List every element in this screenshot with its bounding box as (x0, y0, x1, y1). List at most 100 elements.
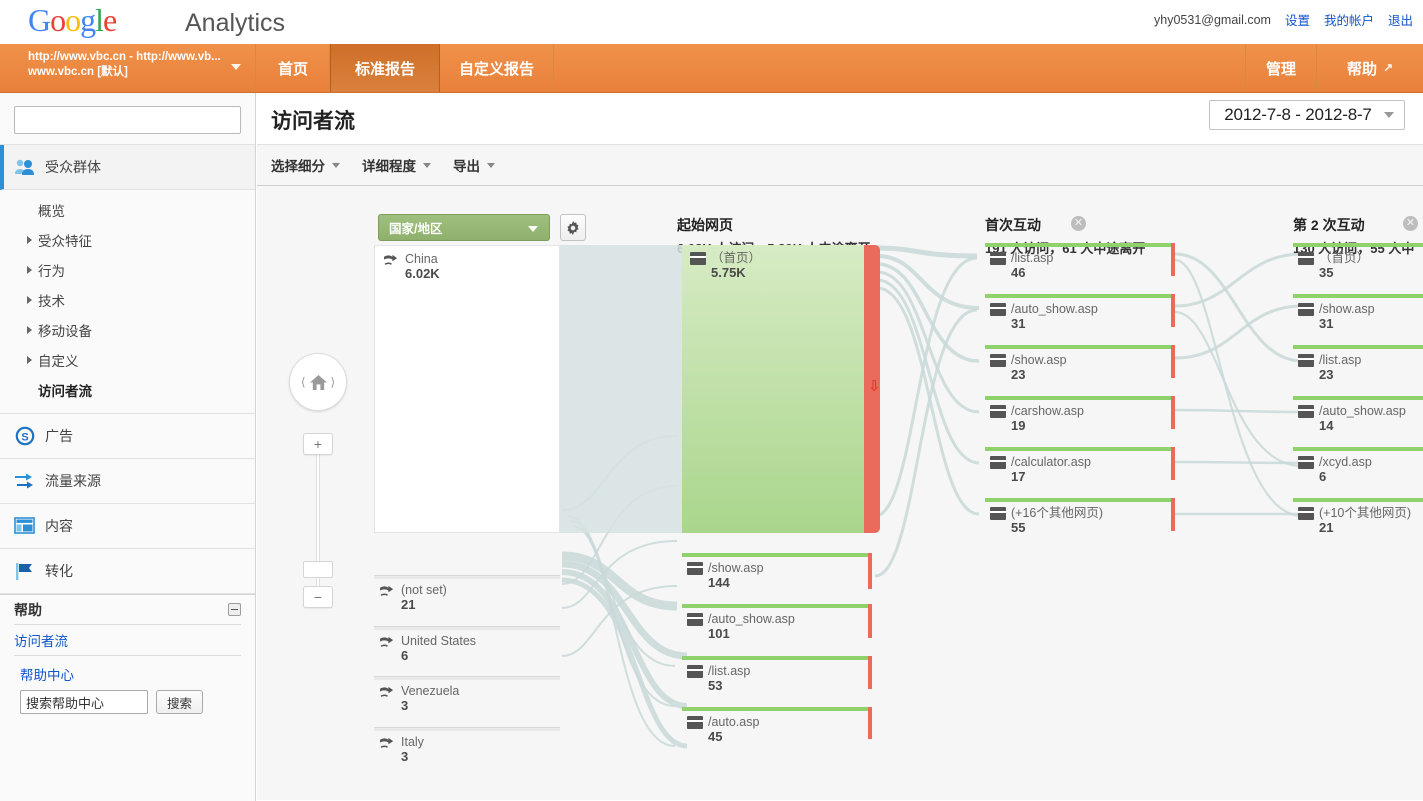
node-name: /show.asp (1319, 302, 1375, 316)
node-name: Italy (401, 735, 424, 749)
zoom-in-button[interactable]: + (303, 433, 333, 455)
chevron-down-icon (487, 162, 495, 168)
help-search-row: 搜索 (20, 690, 241, 714)
node-value: 21 (401, 597, 416, 612)
node-label: /xcyd.asp 6 (1298, 455, 1372, 484)
page-icon (1298, 252, 1314, 265)
page-icon (687, 716, 703, 729)
help-center-link[interactable]: 帮助中心 (20, 664, 241, 684)
account-area: yhy0531@gmail.com 设置 我的帐户 退出 (1154, 10, 1413, 29)
sidebar-item-conversions[interactable]: 转化 (0, 549, 255, 594)
node-name: /list.asp (1319, 353, 1362, 367)
settings-link[interactable]: 设置 (1285, 10, 1310, 29)
toolbar-label: 导出 (453, 159, 480, 174)
node-value: 6 (1319, 469, 1327, 484)
node-name: /xcyd.asp (1319, 455, 1372, 469)
tab-help[interactable]: 帮助 ↗ (1317, 44, 1423, 92)
profile-selector[interactable]: http://www.vbc.cn - http://www.vb... www… (0, 44, 256, 92)
tab-admin[interactable]: 管理 (1245, 44, 1317, 92)
page-header: 访问者流 2012-7-8 - 2012-8-7 (257, 93, 1423, 145)
flow-node-home-page[interactable]: （首页） 5.75K (682, 245, 868, 533)
sidebar-item-overview[interactable]: 概览 (0, 195, 255, 225)
page-icon (687, 665, 703, 678)
tab-home[interactable]: 首页 (257, 44, 330, 92)
top-bar: Google Analytics yhy0531@gmail.com 设置 我的… (0, 0, 1423, 44)
chevron-left-icon: ⟨ (300, 375, 306, 389)
close-icon[interactable]: ✕ (1071, 216, 1086, 231)
chevron-down-icon (231, 64, 241, 70)
sidebar-item-demographics[interactable]: 受众特征 (0, 225, 255, 255)
profile-line-1: http://www.vbc.cn - http://www.vb... (28, 51, 221, 63)
chevron-right-icon (27, 326, 32, 334)
tab-custom-reports[interactable]: 自定义报告 (440, 44, 554, 92)
node-name: /show.asp (1011, 353, 1067, 367)
flow-node-china[interactable]: China 6.02K (374, 245, 560, 533)
chevron-right-icon (27, 356, 32, 364)
tab-help-label: 帮助 (1346, 60, 1377, 78)
home-reset-button[interactable]: ⟨ ⟩ (289, 353, 347, 411)
node-label: (+10个其他网页) 21 (1298, 506, 1411, 535)
sidebar-item-content[interactable]: 内容 (0, 504, 255, 549)
node-label: /auto_show.asp 31 (990, 302, 1098, 331)
sidebar-item-custom[interactable]: 自定义 (0, 345, 255, 375)
zoom-slider-knob[interactable] (303, 561, 333, 578)
node-label: /calculator.asp 17 (990, 455, 1091, 484)
node-label: /list.asp 46 (990, 251, 1053, 280)
node-value: 23 (1319, 367, 1334, 382)
export-button[interactable]: 导出 (453, 155, 495, 175)
country-icon (384, 254, 398, 265)
google-logo: Google (28, 2, 117, 38)
help-search-input[interactable] (20, 690, 148, 714)
dimension-selector[interactable]: 国家/地区 (378, 214, 550, 241)
page-icon (1298, 456, 1314, 469)
product-name: Analytics (185, 9, 286, 37)
chevron-down-icon (528, 226, 538, 232)
page-icon (687, 562, 703, 575)
node-name: /auto_show.asp (1011, 302, 1098, 316)
sign-out-link[interactable]: 退出 (1388, 10, 1413, 29)
account-email: yhy0531@gmail.com (1154, 12, 1271, 27)
sidebar-sub-label: 访问者流 (38, 384, 92, 399)
node-label: （首页） 35 (1298, 251, 1369, 280)
traffic-icon (14, 470, 36, 492)
sidebar-item-label: 内容 (45, 518, 73, 534)
zoom-out-button[interactable]: − (303, 586, 333, 608)
country-icon (380, 737, 394, 748)
chevron-down-icon (332, 162, 340, 168)
help-topic-link[interactable]: 访问者流 (14, 625, 241, 656)
ads-icon: S (14, 425, 36, 447)
help-panel: 帮助 访问者流 帮助中心 搜索 (0, 594, 255, 714)
node-value: 55 (1011, 520, 1026, 535)
exit-arrow-icon: ⇩ (868, 378, 881, 395)
sidebar-item-visitors-flow[interactable]: 访问者流 (0, 375, 255, 405)
search-input[interactable] (14, 106, 241, 134)
sidebar-item-mobile[interactable]: 移动设备 (0, 315, 255, 345)
country-icon (380, 636, 394, 647)
dimension-settings-button[interactable] (560, 214, 586, 241)
node-label: （首页） 5.75K (690, 251, 761, 280)
node-value: 21 (1319, 520, 1334, 535)
help-panel-header: 帮助 (14, 595, 241, 625)
left-sidebar: 受众群体 概览 受众特征 行为 技术 移动设备 自定义 访问者流 S 广告 流量… (0, 93, 256, 801)
sidebar-item-behavior[interactable]: 行为 (0, 255, 255, 285)
column-title: 起始网页 (677, 217, 733, 233)
tab-standard-reports[interactable]: 标准报告 (330, 44, 440, 92)
help-search-button[interactable]: 搜索 (156, 690, 204, 714)
collapse-icon[interactable] (228, 603, 241, 616)
sidebar-item-audience[interactable]: 受众群体 (0, 145, 255, 190)
date-range-picker[interactable]: 2012-7-8 - 2012-8-7 (1209, 100, 1405, 130)
sidebar-item-traffic-sources[interactable]: 流量来源 (0, 459, 255, 504)
node-name: （首页） (1319, 251, 1370, 265)
visitor-flow-canvas[interactable]: ⟨ ⟩ + − 国家/地区 起始网页 6 (257, 186, 1423, 800)
my-account-link[interactable]: 我的帐户 (1324, 10, 1374, 29)
node-value: 6 (401, 648, 409, 663)
node-name: /auto_show.asp (708, 612, 795, 626)
node-value: 53 (708, 678, 723, 693)
close-icon[interactable]: ✕ (1403, 216, 1418, 231)
detail-level-button[interactable]: 详细程度 (362, 155, 431, 175)
sidebar-item-technology[interactable]: 技术 (0, 285, 255, 315)
node-label: /auto_show.asp 101 (687, 612, 795, 641)
toolbar-label: 详细程度 (362, 159, 416, 174)
select-segment-button[interactable]: 选择细分 (271, 155, 340, 175)
sidebar-item-advertising[interactable]: S 广告 (0, 414, 255, 459)
